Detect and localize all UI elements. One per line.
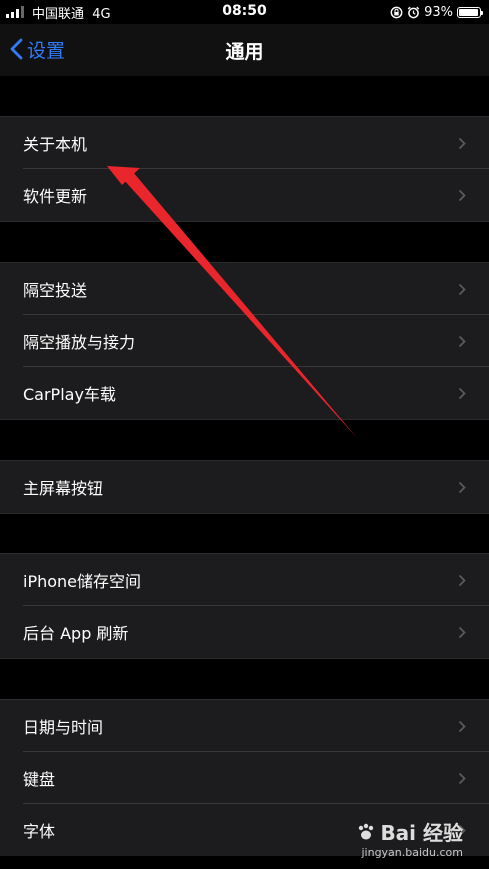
navigation-bar: 设置 通用 <box>0 24 489 76</box>
watermark-url: jingyan.baidu.com <box>361 846 463 859</box>
status-right: 93% <box>390 3 483 21</box>
row-label: 键盘 <box>23 770 56 789</box>
page-title: 通用 <box>225 41 264 63</box>
settings-section: 关于本机 软件更新 <box>0 116 489 222</box>
settings-row-airdrop[interactable]: 隔空投送 <box>0 263 489 315</box>
chevron-right-icon <box>458 574 466 587</box>
rotation-lock-icon <box>390 6 403 18</box>
row-label: 主屏幕按钮 <box>23 479 104 498</box>
chevron-right-icon <box>458 283 466 296</box>
settings-section: iPhone储存空间 后台 App 刷新 <box>0 553 489 659</box>
alarm-icon <box>407 6 420 18</box>
battery-icon <box>457 6 483 18</box>
watermark-logo: Bai 经验 <box>356 817 463 846</box>
chevron-right-icon <box>458 481 466 494</box>
settings-row-carplay[interactable]: CarPlay车载 <box>0 367 489 419</box>
status-bar: 中国联通 4G 08:50 93% <box>0 0 489 24</box>
baidu-watermark: Bai 经验 jingyan.baidu.com <box>356 817 463 859</box>
row-label: 日期与时间 <box>23 718 104 737</box>
row-label: 关于本机 <box>23 135 88 154</box>
row-label: 隔空播放与接力 <box>23 333 136 352</box>
chevron-right-icon <box>458 189 466 202</box>
row-label: 隔空投送 <box>23 281 88 300</box>
paw-icon <box>359 823 374 839</box>
settings-row-home-button[interactable]: 主屏幕按钮 <box>0 461 489 513</box>
settings-row-keyboard[interactable]: 键盘 <box>0 752 489 804</box>
settings-row-iphone-storage[interactable]: iPhone储存空间 <box>0 554 489 606</box>
row-label: iPhone储存空间 <box>23 572 142 591</box>
chevron-right-icon <box>458 772 466 785</box>
chevron-right-icon <box>458 137 466 150</box>
chevron-right-icon <box>458 387 466 400</box>
settings-row-date-time[interactable]: 日期与时间 <box>0 700 489 752</box>
chevron-right-icon <box>458 720 466 733</box>
settings-row-airplay-handoff[interactable]: 隔空播放与接力 <box>0 315 489 367</box>
settings-section: 隔空投送 隔空播放与接力 CarPlay车载 <box>0 262 489 420</box>
row-label: 字体 <box>23 822 56 841</box>
row-label: CarPlay车载 <box>23 385 116 404</box>
watermark-logo-text: Bai 经验 <box>380 821 463 845</box>
row-label: 后台 App 刷新 <box>23 624 129 643</box>
battery-fill <box>459 8 478 16</box>
chevron-right-icon <box>458 626 466 639</box>
battery-percent: 93% <box>424 4 453 20</box>
settings-row-about[interactable]: 关于本机 <box>0 117 489 169</box>
settings-row-software-update[interactable]: 软件更新 <box>0 169 489 221</box>
settings-row-background-refresh[interactable]: 后台 App 刷新 <box>0 606 489 658</box>
chevron-right-icon <box>458 335 466 348</box>
row-label: 软件更新 <box>23 187 88 206</box>
settings-section: 主屏幕按钮 <box>0 460 489 514</box>
